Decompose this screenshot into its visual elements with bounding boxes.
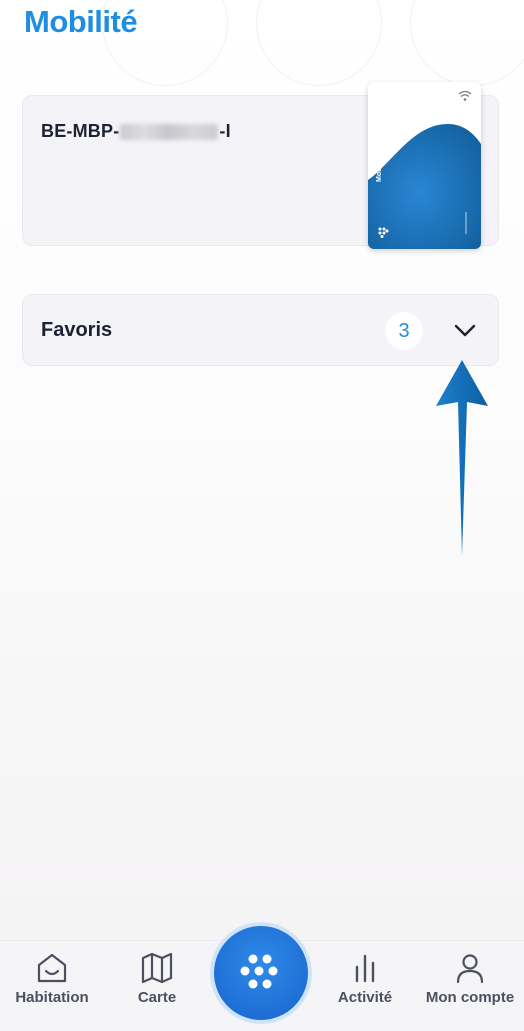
bar-chart-icon [355,954,375,983]
redacted-card-digits [120,123,219,140]
contactless-icon [458,90,472,101]
chevron-down-icon [454,324,476,337]
expand-favorites-button[interactable] [445,311,485,351]
decorative-circle [410,0,524,86]
tab-label: Habitation [15,989,89,1006]
mobility-plus-logo-icon [240,954,278,989]
card-number-suffix: -I [219,121,231,141]
annotation-arrow-icon [436,360,488,556]
card-brand-logo-icon [378,227,389,238]
card-number: BE-MBP- -I [41,121,231,142]
map-icon [141,952,173,984]
mobility-card-image[interactable]: MobilityPlus [368,82,481,249]
page-title: Mobilité [24,4,138,39]
tab-label: Activité [337,989,393,1006]
home-icon [37,953,67,983]
favorites-label: Favoris [41,319,113,341]
card-wave-graphic [368,124,481,249]
fab-inner [214,926,308,1020]
decorative-circle [256,0,382,86]
tab-activite[interactable]: Activité [326,941,404,1031]
tab-mon-compte[interactable]: Mon compte [420,941,520,1031]
favorites-count-badge: 3 [385,312,423,350]
user-icon [456,954,484,984]
tab-label: Carte [137,989,177,1006]
card-brand-text: MobilityPlus [376,140,383,182]
tab-carte[interactable]: Carte [118,941,196,1031]
mobility-plus-home-button[interactable] [210,922,312,1024]
favorites-accordion[interactable]: Favoris 3 [22,294,499,366]
tab-label: Mon compte [425,989,515,1006]
tab-habitation[interactable]: Habitation [10,941,94,1031]
card-number-prefix: BE-MBP- [41,121,120,141]
